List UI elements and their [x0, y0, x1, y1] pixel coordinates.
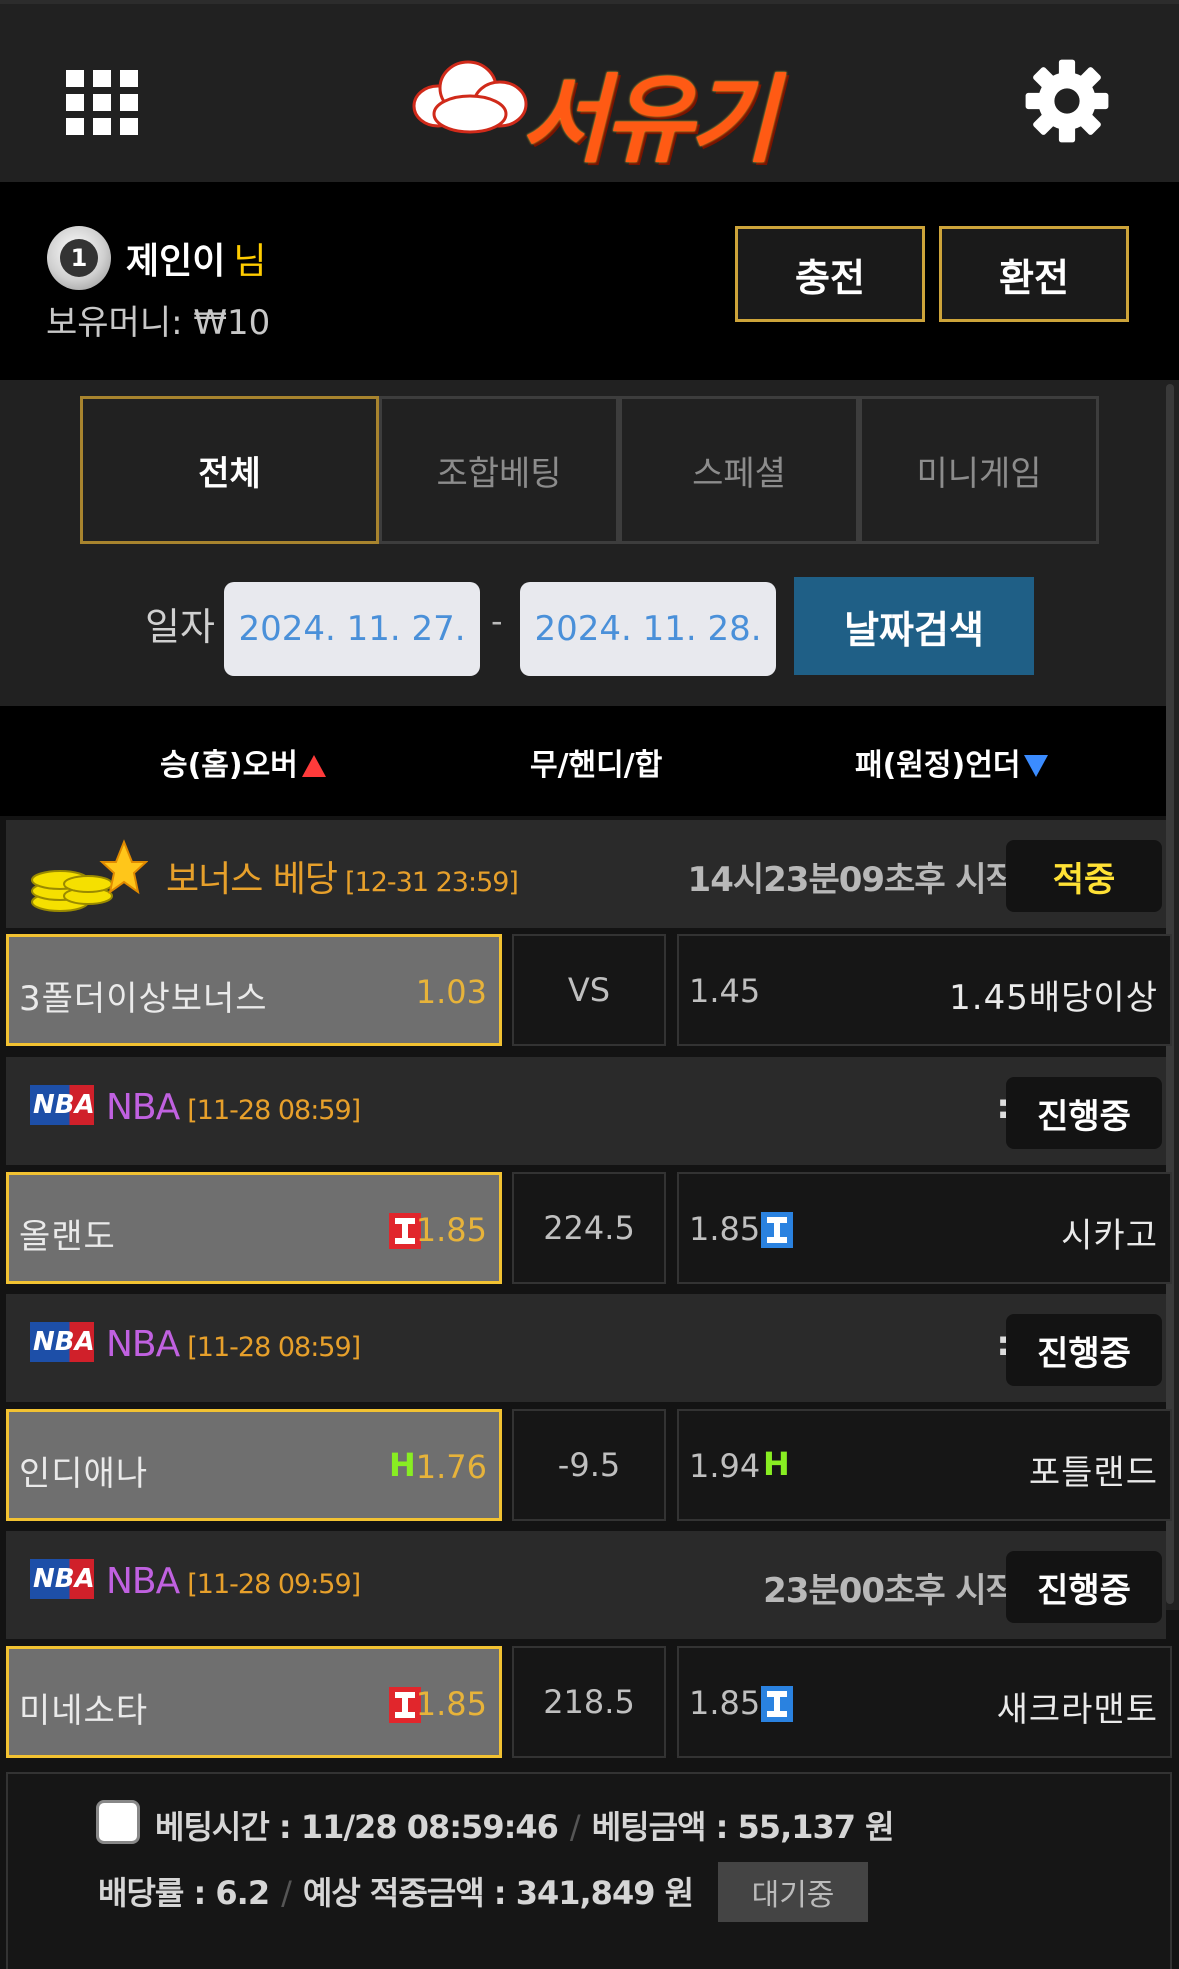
away-odds-cell[interactable]: 1.85 새크라맨토 — [677, 1646, 1172, 1758]
home-odds-cell[interactable]: 미네소타 1.85 — [6, 1646, 502, 1758]
league-time: [11-28 09:59] — [187, 1569, 361, 1600]
league-name: NBA [11-28 08:59] — [106, 1324, 361, 1365]
top-bar: 서유기 — [0, 0, 1179, 182]
col-away-label: 패(원정)언더 — [855, 748, 1021, 783]
col-home: 승(홈)오버 — [160, 740, 326, 784]
site-logo[interactable]: 서유기 — [410, 42, 777, 176]
away-team: 시카고 — [1061, 1216, 1158, 1256]
tab-special[interactable]: 스페셜 — [619, 396, 859, 544]
bet-odds: 배당률 : 6.2 — [98, 1874, 270, 1912]
home-team: 3폴더이상보너스 — [19, 979, 268, 1019]
home-team: 인디애나 — [19, 1454, 149, 1494]
handicap-icon: H — [763, 1445, 790, 1483]
username: 제인이 님 — [126, 232, 267, 284]
status-badge: 진행중 — [1006, 1551, 1162, 1623]
home-odds-cell[interactable]: 3폴더이상보너스 1.03 — [6, 934, 502, 1046]
honorific: 님 — [233, 241, 267, 282]
start-date-input[interactable]: 2024. 11. 27. — [224, 582, 480, 676]
league-row-nba: NBA NBA [11-28 08:59] : 진행중 — [6, 1057, 1166, 1165]
league-row-bonus: 보너스 베당 [12-31 23:59] 14시23분09초후 시작 적중 — [6, 820, 1166, 928]
up-arrow-icon — [301, 755, 326, 777]
nba-logo-icon: NBA — [30, 1085, 95, 1125]
rank-badge: 1 — [47, 226, 111, 290]
date-search-button[interactable]: 날짜검색 — [794, 577, 1034, 675]
separator: / — [281, 1874, 292, 1912]
home-odd: 1.03 — [415, 973, 487, 1011]
away-team: 새크라맨토 — [996, 1690, 1158, 1730]
home-team: 미네소타 — [19, 1691, 149, 1731]
league-name: 보너스 베당 [12-31 23:59] — [166, 850, 519, 902]
rank-number: 1 — [60, 239, 98, 277]
mid-odds-cell: -9.5 — [512, 1409, 666, 1521]
tab-minigame[interactable]: 미니게임 — [859, 396, 1099, 544]
status-badge: 진행중 — [1006, 1077, 1162, 1149]
league-row-nba: NBA NBA [11-28 08:59] : 진행중 — [6, 1294, 1166, 1402]
bet-time: 베팅시간 : 11/28 08:59:46 — [155, 1808, 559, 1846]
nba-logo-icon: NBA — [30, 1559, 95, 1599]
date-label: 일자 — [145, 605, 215, 649]
league-title: NBA — [106, 1324, 180, 1365]
home-team: 올랜도 — [19, 1217, 116, 1257]
bet-amount: 베팅금액 : 55,137 원 — [591, 1808, 895, 1846]
start-countdown: 14시23분09초후 시작 — [687, 860, 1017, 900]
league-title: NBA — [106, 1087, 180, 1128]
league-time: [11-28 08:59] — [187, 1095, 361, 1126]
tab-combo-bet[interactable]: 조합베팅 — [379, 396, 619, 544]
withdraw-button[interactable]: 환전 — [939, 226, 1129, 322]
col-mid: 무/핸디/합 — [530, 748, 663, 783]
away-team: 포틀랜드 — [1028, 1453, 1158, 1493]
col-home-label: 승(홈)오버 — [160, 748, 298, 783]
league-title: NBA — [106, 1561, 180, 1602]
away-odd: 1.85 — [689, 1684, 761, 1722]
bet-status-badge: 대기중 — [718, 1862, 868, 1922]
deposit-button[interactable]: 충전 — [735, 226, 925, 322]
down-arrow-icon — [1024, 755, 1049, 777]
away-odd: 1.85 — [689, 1210, 761, 1248]
home-odd: 1.85 — [415, 1685, 487, 1723]
home-odds-cell[interactable]: 올랜도 1.85 — [6, 1172, 502, 1284]
nba-logo-icon: NBA — [30, 1322, 95, 1362]
league-time: [12-31 23:59] — [345, 867, 519, 898]
col-away: 패(원정)언더 — [855, 740, 1049, 784]
league-name: NBA [11-28 08:59] — [106, 1087, 361, 1128]
home-odds-cell[interactable]: 인디애나 H 1.76 — [6, 1409, 502, 1521]
expected-payout: 예상 적중금액 : 341,849 원 — [302, 1874, 694, 1912]
handicap-icon: H — [389, 1446, 416, 1484]
coins-star-icon — [31, 839, 148, 912]
mid-odds-cell: 218.5 — [512, 1646, 666, 1758]
under-icon — [761, 1212, 793, 1248]
logo-text: 서유기 — [520, 63, 777, 176]
under-icon — [761, 1686, 793, 1722]
bet-select-checkbox[interactable] — [96, 1800, 140, 1844]
league-row-nba: NBA NBA [11-28 09:59] 23분00초후 시작 진행중 — [6, 1531, 1166, 1639]
grid-menu-icon[interactable] — [66, 70, 138, 136]
away-odds-cell[interactable]: 1.45 1.45배당이상 — [677, 934, 1172, 1046]
separator: / — [569, 1808, 581, 1846]
away-odds-cell[interactable]: 1.85 시카고 — [677, 1172, 1172, 1284]
status-badge: 진행중 — [1006, 1314, 1162, 1386]
start-countdown: 23분00초후 시작 — [763, 1571, 1017, 1611]
away-team: 1.45배당이상 — [949, 978, 1158, 1018]
end-date-input[interactable]: 2024. 11. 28. — [520, 582, 776, 676]
away-odds-cell[interactable]: 1.94 H 포틀랜드 — [677, 1409, 1172, 1521]
cloud-icon — [412, 60, 528, 134]
bet-summary-line-2: 배당률 : 6.2 / 예상 적중금액 : 341,849 원 — [98, 1868, 694, 1914]
bet-summary-line-1: 베팅시간 : 11/28 08:59:46 / 베팅금액 : 55,137 원 — [155, 1802, 895, 1848]
tab-all[interactable]: 전체 — [80, 396, 379, 544]
league-title: 보너스 베당 — [166, 859, 338, 900]
mid-odds-cell: VS — [512, 934, 666, 1046]
balance-label: 보유머니: ₩10 — [46, 303, 271, 343]
away-odd: 1.94 — [689, 1447, 761, 1485]
home-odd: 1.76 — [415, 1448, 487, 1486]
username-text: 제인이 — [126, 241, 226, 282]
away-odd: 1.45 — [689, 972, 761, 1010]
league-name: NBA [11-28 09:59] — [106, 1561, 361, 1602]
home-odd: 1.85 — [415, 1211, 487, 1249]
gear-icon[interactable] — [1022, 56, 1112, 146]
status-badge: 적중 — [1006, 840, 1162, 912]
league-time: [11-28 08:59] — [187, 1332, 361, 1363]
mid-odds-cell: 224.5 — [512, 1172, 666, 1284]
date-separator: - — [491, 602, 503, 640]
